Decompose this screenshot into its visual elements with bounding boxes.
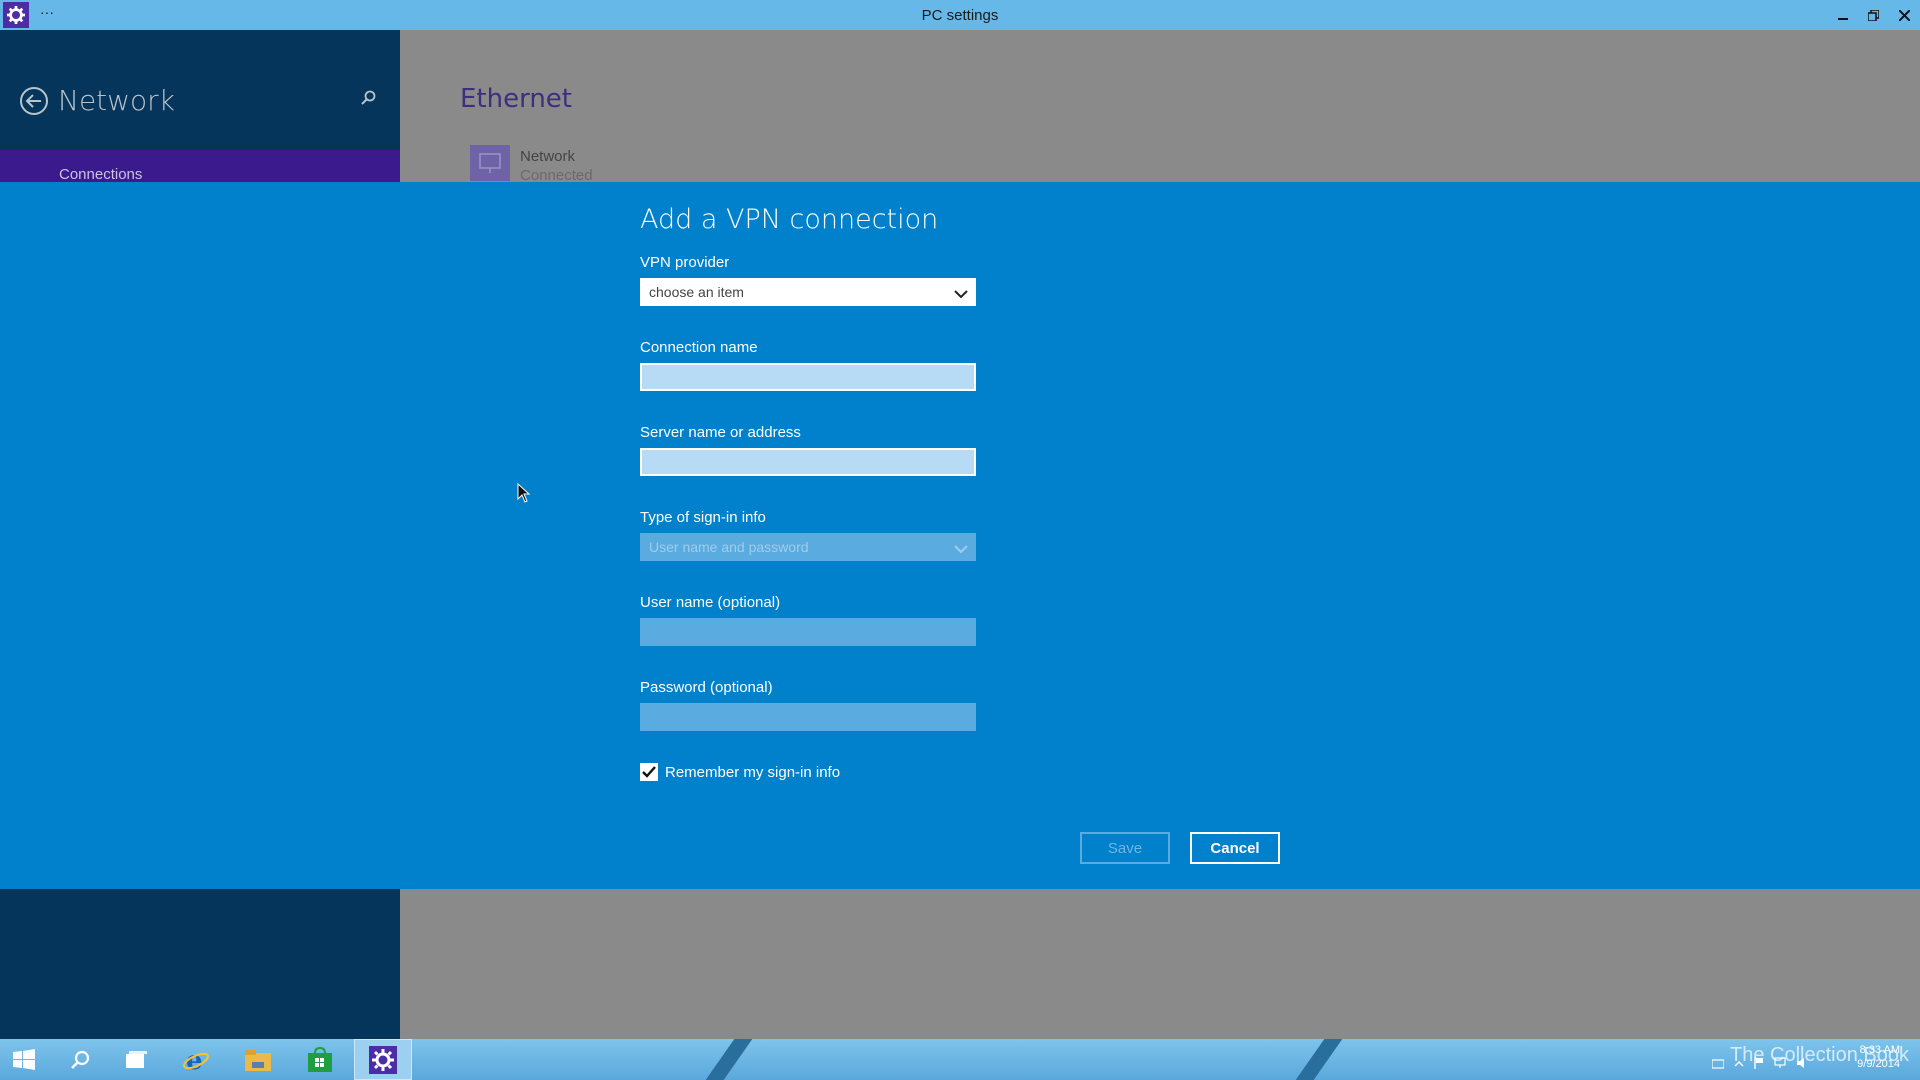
vpn-provider-value: choose an item — [649, 284, 744, 300]
settings-icon[interactable] — [354, 1039, 412, 1080]
username-field[interactable] — [640, 618, 976, 646]
signin-type-value: User name and password — [649, 539, 809, 555]
close-button[interactable] — [1889, 0, 1919, 30]
chevron-down-icon — [954, 541, 968, 559]
vpn-dialog-overlay: Add a VPN connection VPN provider choose… — [0, 182, 1920, 889]
restore-button[interactable] — [1858, 0, 1888, 30]
vpn-provider-select[interactable]: choose an item — [640, 278, 976, 306]
username-label: User name (optional) — [640, 594, 781, 611]
minimize-button[interactable] — [1828, 0, 1858, 30]
remember-label: Remember my sign-in info — [665, 763, 841, 781]
signin-type-select[interactable]: User name and password — [640, 533, 976, 561]
connection-name-field[interactable] — [640, 363, 976, 391]
keyboard-icon[interactable] — [1711, 1056, 1725, 1074]
password-label: Password (optional) — [640, 679, 773, 696]
network-icon[interactable] — [470, 145, 510, 181]
checkmark-icon[interactable] — [640, 763, 658, 781]
cancel-button[interactable]: Cancel — [1190, 832, 1280, 864]
connection-name-label: Connection name — [640, 339, 758, 356]
window-title: PC settings — [921, 7, 999, 24]
password-field[interactable] — [640, 703, 976, 731]
taskbar-stripe — [705, 1039, 753, 1080]
search-icon[interactable] — [56, 1039, 104, 1080]
network-name[interactable]: Network — [520, 148, 575, 165]
vpn-provider-label: VPN provider — [640, 254, 730, 271]
remember-signin-checkbox[interactable]: Remember my sign-in info — [640, 763, 840, 781]
watermark-text: The Collection Book — [1730, 1044, 1909, 1066]
taskbar: e 8:33 AM 9/9/2014 — [0, 1039, 1920, 1080]
chevron-down-icon — [954, 286, 968, 304]
store-icon[interactable] — [296, 1039, 344, 1080]
signin-type-label: Type of sign-in info — [640, 509, 766, 526]
back-arrow-icon[interactable] — [18, 85, 50, 117]
title-bar: ··· PC settings — [0, 0, 1920, 30]
server-label: Server name or address — [640, 424, 801, 441]
page-title: Network — [58, 84, 175, 117]
internet-explorer-icon[interactable]: e — [172, 1039, 220, 1080]
server-field[interactable] — [640, 448, 976, 476]
vpn-dialog: Add a VPN connection VPN provider choose… — [640, 182, 1400, 889]
dialog-title: Add a VPN connection — [640, 204, 939, 235]
sidebar-item-label: Connections — [59, 166, 143, 183]
network-header: Network — [18, 84, 175, 117]
section-title: Ethernet — [460, 84, 572, 114]
file-explorer-icon[interactable] — [234, 1039, 282, 1080]
mouse-cursor-icon — [517, 482, 531, 508]
taskbar-stripe — [1295, 1039, 1343, 1080]
task-view-icon[interactable] — [112, 1039, 160, 1080]
search-icon[interactable] — [360, 90, 376, 111]
sidebar-item-connections[interactable]: Connections — [0, 150, 400, 183]
save-button[interactable]: Save — [1080, 832, 1170, 864]
start-icon[interactable] — [0, 1039, 48, 1080]
